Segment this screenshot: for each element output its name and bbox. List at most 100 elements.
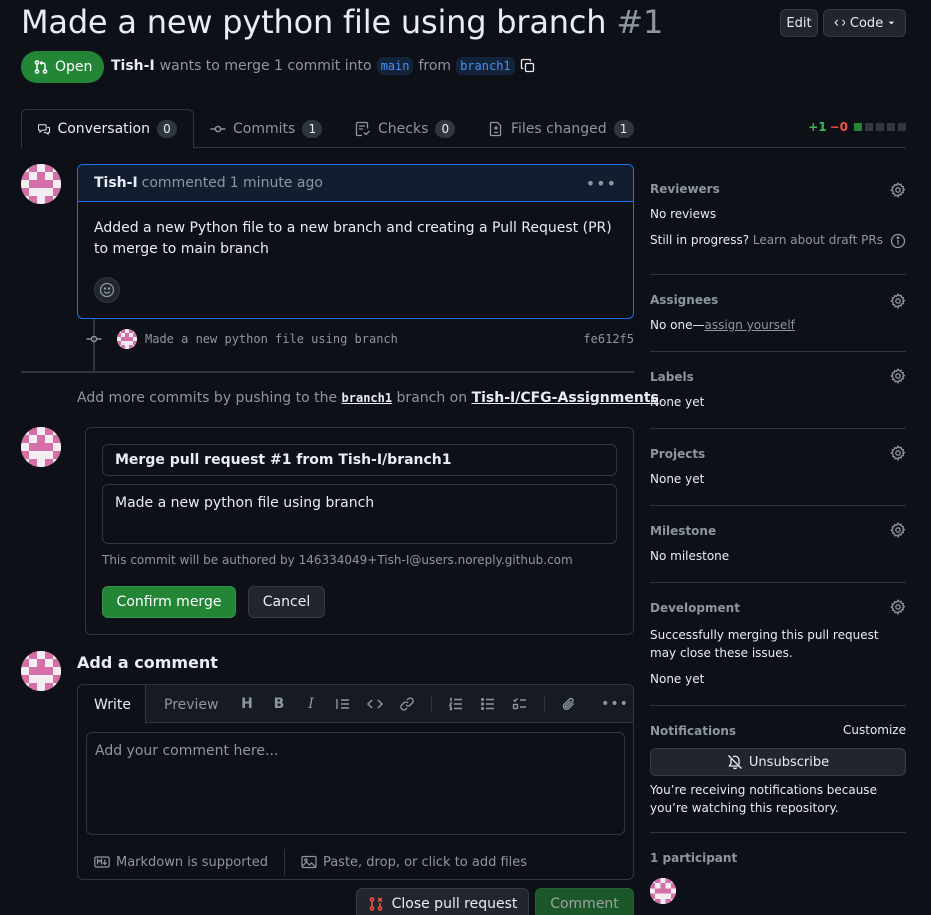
participant-avatar[interactable]	[650, 878, 676, 904]
page-title: Made a new python file using branch #1	[21, 3, 663, 41]
merge-text: wants to merge 1 commit into	[159, 58, 372, 74]
avatar[interactable]	[21, 651, 61, 691]
cancel-merge-button[interactable]: Cancel	[248, 586, 325, 618]
link-icon[interactable]	[399, 696, 415, 712]
tab-commits-count: 1	[302, 120, 323, 138]
gear-icon[interactable]	[890, 522, 906, 538]
push-hint-repo-link[interactable]: Tish-I/CFG-Assignments	[472, 390, 659, 406]
commit-message-link[interactable]: Made a new python file using branch	[145, 332, 398, 346]
heading-icon[interactable]: H	[239, 696, 255, 712]
sidebar-divider	[650, 428, 906, 429]
editor-toolbar: Write Preview H B I •••	[78, 685, 633, 724]
unordered-list-icon[interactable]	[480, 696, 496, 712]
tab-files-changed-count: 1	[613, 120, 634, 138]
merge-message-textarea[interactable]: Made a new python file using branch	[102, 484, 617, 544]
pr-title: Made a new python file using branch	[21, 3, 607, 41]
kebab-horizontal-icon[interactable]: •••	[586, 174, 617, 193]
kebab-horizontal-icon[interactable]: •••	[601, 696, 628, 712]
tab-preview[interactable]: Preview	[148, 685, 235, 724]
customize-notifications-link[interactable]: Customize	[843, 723, 906, 737]
pr-author-link[interactable]: Tish-I	[111, 58, 155, 74]
push-hint-prefix: Add more commits by pushing to the	[77, 390, 338, 406]
comment-timestamp[interactable]: 1 minute ago	[230, 175, 323, 191]
code-icon[interactable]	[367, 696, 383, 712]
notifications-heading: Notifications	[650, 724, 737, 738]
assignees-value: No one—assign yourself	[650, 318, 795, 332]
comment-submit-label: Comment	[550, 896, 619, 912]
ordered-list-icon[interactable]	[448, 696, 464, 712]
comment-header: Tish-I commented 1 minute ago •••	[78, 165, 633, 202]
paperclip-icon[interactable]	[561, 696, 577, 712]
comment-body: Added a new Python file to a new branch …	[94, 220, 612, 257]
commit-sha-link[interactable]: fe612f5	[583, 332, 634, 346]
add-comment-heading: Add a comment	[77, 653, 218, 672]
development-heading[interactable]: Development	[650, 601, 740, 615]
tab-files-changed[interactable]: Files changed 1	[472, 109, 650, 149]
quote-icon[interactable]	[335, 696, 351, 712]
pull-request-icon	[34, 60, 48, 74]
tab-write[interactable]: Write	[78, 685, 146, 724]
attach-files-link[interactable]: Paste, drop, or click to add files	[323, 855, 527, 870]
base-branch[interactable]: main	[376, 57, 414, 75]
tab-checks-count: 0	[435, 120, 456, 138]
gear-icon[interactable]	[890, 293, 906, 309]
assignees-heading[interactable]: Assignees	[650, 293, 718, 307]
copy-icon[interactable]	[520, 58, 536, 74]
merge-box: Merge pull request #1 from Tish-I/branch…	[85, 427, 634, 635]
development-value: None yet	[650, 672, 705, 686]
comment-author-link[interactable]: Tish-I	[94, 175, 138, 191]
tab-checks-label: Checks	[378, 121, 429, 137]
task-list-icon[interactable]	[512, 696, 528, 712]
sidebar-divider	[650, 582, 906, 583]
comment-submit-button[interactable]: Comment	[535, 888, 634, 915]
avatar[interactable]	[21, 427, 61, 467]
participants-heading: 1 participant	[650, 851, 738, 865]
draft-hint: Still in progress? Learn about draft PRs	[650, 233, 883, 247]
gear-icon[interactable]	[890, 599, 906, 615]
edit-button[interactable]: Edit	[780, 9, 818, 37]
comment-textarea[interactable]: Add your comment here...	[86, 732, 625, 835]
info-icon[interactable]	[890, 233, 906, 249]
draft-prs-link[interactable]: Learn about draft PRs	[753, 233, 883, 247]
confirm-merge-button[interactable]: Confirm merge	[102, 586, 236, 618]
merge-author-hint: This commit will be authored by 14633404…	[102, 553, 573, 567]
projects-heading[interactable]: Projects	[650, 447, 705, 461]
comment-discussion-icon	[38, 124, 51, 136]
add-reaction-button[interactable]	[94, 277, 120, 303]
gear-icon[interactable]	[890, 182, 906, 198]
labels-heading[interactable]: Labels	[650, 370, 694, 384]
caret-down-icon	[888, 21, 895, 25]
bold-icon[interactable]: B	[271, 696, 287, 712]
tab-commits[interactable]: Commits 1	[194, 109, 338, 149]
pr-number: #1	[616, 3, 664, 41]
milestone-heading[interactable]: Milestone	[650, 524, 716, 538]
push-hint-branch-link[interactable]: branch1	[342, 391, 393, 405]
diffstat: +1 −0	[808, 120, 906, 134]
sidebar-divider	[650, 505, 906, 506]
reviewers-heading[interactable]: Reviewers	[650, 182, 720, 196]
unsubscribe-button[interactable]: Unsubscribe	[650, 748, 906, 776]
gear-icon[interactable]	[890, 368, 906, 384]
tab-conversation[interactable]: Conversation 0	[21, 109, 194, 149]
diffstat-additions: +1	[808, 120, 827, 134]
markdown-supported-link[interactable]: Markdown is supported	[116, 855, 268, 870]
merge-title-input[interactable]: Merge pull request #1 from Tish-I/branch…	[102, 444, 617, 476]
comment-editor: Write Preview H B I ••• Add your comment…	[77, 684, 634, 880]
commit-author-avatar[interactable]	[117, 329, 137, 349]
comment-placeholder: Add your comment here...	[95, 743, 279, 759]
assign-yourself-link[interactable]: assign yourself	[704, 318, 794, 332]
code-button-label: Code	[849, 15, 884, 31]
tab-files-changed-label: Files changed	[511, 121, 607, 137]
close-pull-request-button[interactable]: Close pull request	[356, 888, 529, 915]
sidebar-divider	[650, 274, 906, 275]
comment-action: commented	[141, 175, 226, 191]
avatar[interactable]	[21, 164, 61, 204]
code-button[interactable]: Code	[823, 9, 906, 37]
edit-button-label: Edit	[786, 15, 812, 31]
tab-checks[interactable]: Checks 0	[339, 109, 471, 149]
head-branch[interactable]: branch1	[456, 57, 515, 75]
italic-icon[interactable]: I	[303, 696, 319, 712]
toolbar-divider	[431, 695, 432, 713]
cancel-merge-label: Cancel	[262, 594, 311, 610]
gear-icon[interactable]	[890, 445, 906, 461]
